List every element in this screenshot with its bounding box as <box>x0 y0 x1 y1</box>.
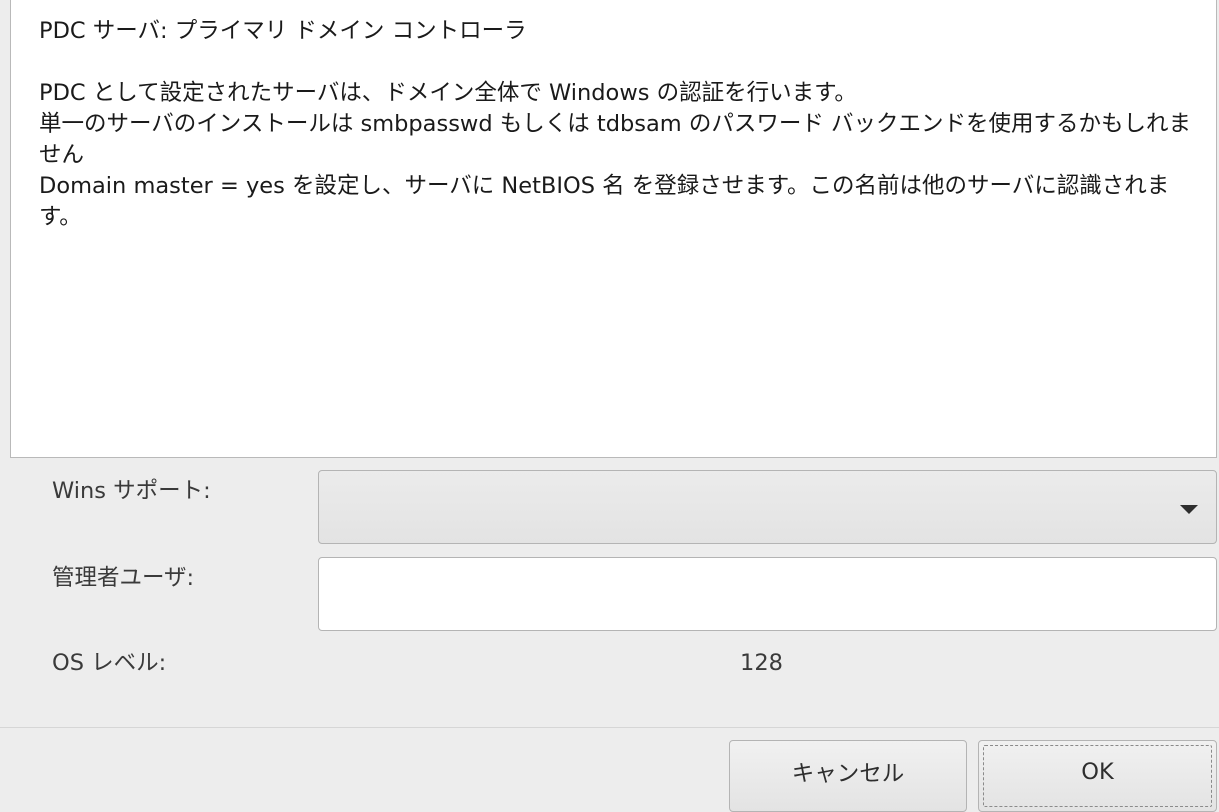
description-panel: PDC サーバ: プライマリ ドメイン コントローラ PDC として設定されたサ… <box>10 0 1217 458</box>
chevron-down-icon <box>1180 505 1198 514</box>
admin-user-label: 管理者ユーザ: <box>52 565 195 591</box>
admin-user-input[interactable] <box>318 557 1217 631</box>
wins-support-label: Wins サポート: <box>52 478 211 504</box>
cancel-button[interactable]: キャンセル <box>729 740 967 812</box>
os-level-label: OS レベル: <box>52 650 167 676</box>
button-separator <box>0 727 1219 728</box>
description-spacer <box>39 47 1202 78</box>
wins-support-combo[interactable] <box>318 470 1217 544</box>
os-level-value: 128 <box>740 650 783 676</box>
ok-button-label: OK <box>1081 759 1114 785</box>
description-paragraph: PDC として設定されたサーバは、ドメイン全体で Windows の認証を行いま… <box>39 80 857 106</box>
description-paragraph: Domain master = yes を設定し、サーバに NetBIOS 名 … <box>39 173 1170 230</box>
ok-button[interactable]: OK <box>978 740 1217 812</box>
description-paragraph: 単一のサーバのインストールは smbpasswd もしくは tdbsam のパス… <box>39 111 1192 168</box>
description-title: PDC サーバ: プライマリ ドメイン コントローラ <box>39 18 527 44</box>
